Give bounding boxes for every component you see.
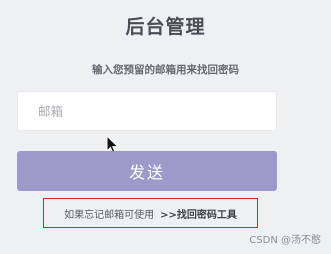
- email-field[interactable]: [17, 91, 277, 131]
- highlight-box: 如果忘记邮箱可使用 >>找回密码工具: [43, 198, 258, 228]
- send-button[interactable]: 发送: [17, 151, 277, 191]
- recovery-hint-text: 如果忘记邮箱可使用: [64, 209, 155, 221]
- forgot-password-page: 后台管理 输入您预留的邮箱用来找回密码 发送 如果忘记邮箱可使用 >>找回密码工…: [0, 0, 331, 254]
- recovery-tool-link[interactable]: >>找回密码工具: [160, 206, 237, 221]
- recovery-hint: 如果忘记邮箱可使用 >>找回密码工具: [44, 199, 257, 227]
- watermark: CSDN @汤不憨: [249, 235, 321, 246]
- page-subtitle: 输入您预留的邮箱用来找回密码: [92, 64, 239, 76]
- page-title: 后台管理: [125, 16, 206, 38]
